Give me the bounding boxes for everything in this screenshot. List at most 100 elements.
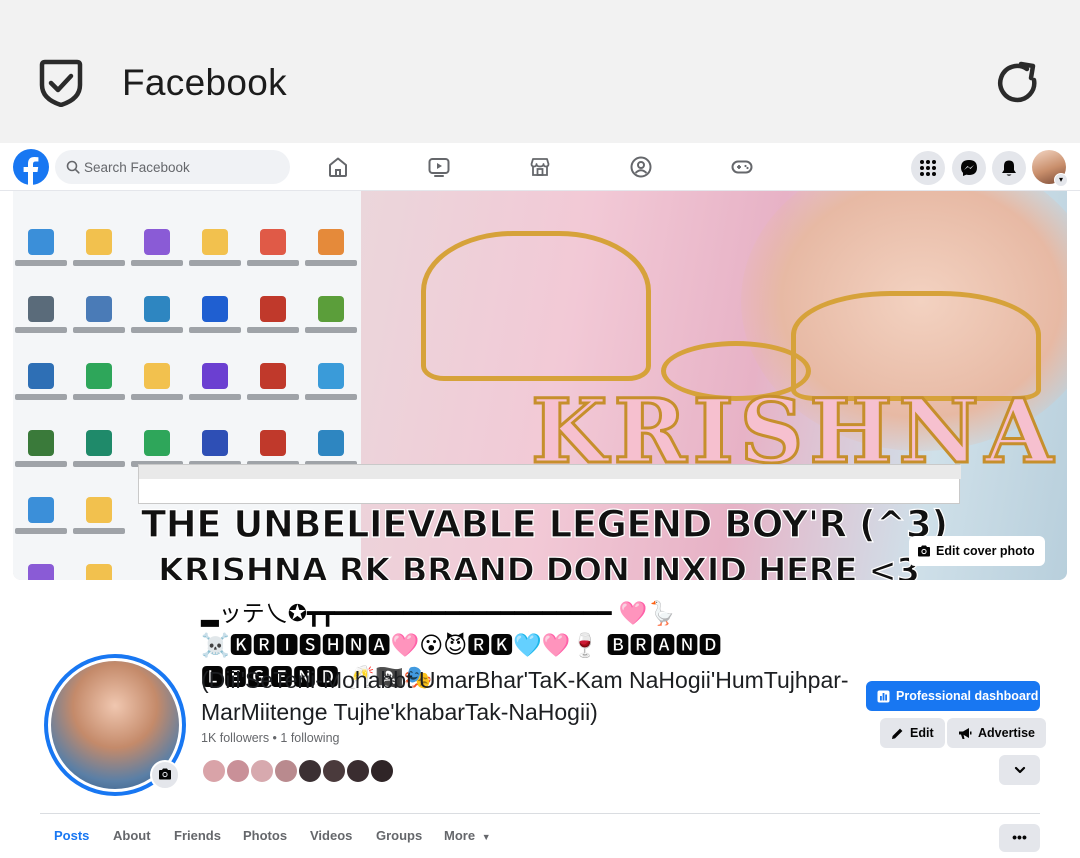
desktop-app-icon xyxy=(86,430,112,456)
reload-icon[interactable] xyxy=(993,58,1043,108)
tab-posts[interactable]: Posts xyxy=(54,828,89,843)
watch-icon[interactable] xyxy=(427,155,451,179)
desktop-app-label xyxy=(305,260,357,266)
tab-friends[interactable]: Friends xyxy=(174,828,221,843)
tab-more-label: More xyxy=(444,828,476,843)
desktop-app-label xyxy=(189,394,241,400)
desktop-app-label xyxy=(15,528,67,534)
notifications-button[interactable] xyxy=(992,151,1026,185)
desktop-app-icon xyxy=(28,430,54,456)
desktop-app-label xyxy=(305,327,357,333)
desktop-app-icon xyxy=(202,363,228,389)
desktop-app-label xyxy=(73,327,125,333)
desktop-app-icon xyxy=(28,497,54,523)
cover-photo[interactable]: KRISHNA THE UNBELIEVABLE LEGEND BOY'R (^… xyxy=(13,191,1067,580)
search-icon xyxy=(66,160,80,174)
desktop-app-icon xyxy=(260,296,286,322)
tab-videos[interactable]: Videos xyxy=(310,828,352,843)
groups-icon[interactable] xyxy=(629,155,653,179)
desktop-app-icon xyxy=(318,229,344,255)
desktop-app-label xyxy=(15,260,67,266)
tab-more[interactable]: More ▼ xyxy=(444,828,491,843)
menu-grid-icon xyxy=(920,160,936,176)
professional-dashboard-button[interactable]: Professional dashboard xyxy=(866,681,1040,711)
advertise-label: Advertise xyxy=(978,726,1035,740)
edit-cover-photo-button[interactable]: Edit cover photo xyxy=(909,536,1045,566)
marketplace-icon[interactable] xyxy=(528,155,552,179)
account-chevron-icon[interactable]: ▾ xyxy=(1054,173,1068,187)
desktop-app-icon xyxy=(86,296,112,322)
app-header: Facebook xyxy=(0,0,1080,143)
desktop-app-label xyxy=(131,394,183,400)
desktop-app-icon xyxy=(202,430,228,456)
followers-count[interactable]: 1K followers • 1 following xyxy=(201,731,339,745)
desktop-app-icon xyxy=(260,229,286,255)
tab-about[interactable]: About xyxy=(113,828,151,843)
desktop-app-label xyxy=(247,260,299,266)
desktop-app-label xyxy=(73,528,125,534)
search-bar[interactable] xyxy=(55,150,290,184)
desktop-app-icon xyxy=(86,564,112,580)
edit-cover-photo-label: Edit cover photo xyxy=(936,544,1035,558)
desktop-app-label xyxy=(247,327,299,333)
advertise-button[interactable]: Advertise xyxy=(947,718,1046,748)
desktop-app-icon xyxy=(86,497,112,523)
home-icon[interactable] xyxy=(326,155,350,179)
desktop-app-icon xyxy=(144,363,170,389)
desktop-app-icon xyxy=(144,296,170,322)
facebook-logo-icon[interactable] xyxy=(13,149,49,185)
desktop-app-icon xyxy=(202,296,228,322)
desktop-app-label xyxy=(15,461,67,467)
edit-profile-button[interactable]: Edit xyxy=(880,718,945,748)
tab-photos[interactable]: Photos xyxy=(243,828,287,843)
menu-grid-button[interactable] xyxy=(911,151,945,185)
desktop-app-label xyxy=(131,327,183,333)
facebook-top-nav: ▾ xyxy=(0,143,1080,191)
desktop-app-icon xyxy=(318,363,344,389)
notepad-window-image xyxy=(138,464,961,504)
app-title: Facebook xyxy=(122,62,287,103)
desktop-app-icon xyxy=(260,430,286,456)
desktop-app-icon xyxy=(28,363,54,389)
profile-divider xyxy=(40,813,1040,814)
desktop-app-icon xyxy=(86,229,112,255)
professional-dashboard-label: Professional dashboard xyxy=(896,689,1039,703)
desktop-app-icon xyxy=(260,363,286,389)
more-options-chevron-button[interactable] xyxy=(999,755,1040,785)
desktop-app-icon xyxy=(86,363,112,389)
cover-overlay-line2: KRISHNA RK BRAND DON INXID HERE <3 xyxy=(157,550,920,580)
messenger-button[interactable] xyxy=(952,151,986,185)
tab-groups[interactable]: Groups xyxy=(376,828,422,843)
dashboard-icon xyxy=(877,690,890,702)
camera-icon xyxy=(159,768,171,780)
desktop-app-icon xyxy=(318,296,344,322)
messenger-icon xyxy=(961,160,977,176)
desktop-app-icon xyxy=(144,229,170,255)
desktop-app-label xyxy=(131,260,183,266)
notifications-icon xyxy=(1002,160,1016,176)
desktop-app-icon xyxy=(144,430,170,456)
desktop-app-label xyxy=(189,260,241,266)
profile-more-menu-button[interactable]: ••• xyxy=(999,824,1040,852)
desktop-app-label xyxy=(73,260,125,266)
desktop-app-label xyxy=(247,394,299,400)
caret-down-icon: ▼ xyxy=(481,832,491,842)
shield-check-icon[interactable] xyxy=(38,59,84,107)
pencil-icon xyxy=(892,728,903,739)
gaming-icon[interactable] xyxy=(730,155,754,179)
camera-icon xyxy=(918,545,930,557)
megaphone-icon xyxy=(959,727,972,739)
desktop-app-icon xyxy=(28,229,54,255)
chevron-down-icon xyxy=(1014,766,1025,774)
desktop-app-label xyxy=(15,327,67,333)
desktop-app-icon xyxy=(202,229,228,255)
cover-overlay-line1: THE UNBELIEVABLE LEGEND BOY'R (^3) xyxy=(140,502,948,546)
profile-bio: (Diil'SeTerii-Mohabbt UmarBhar'TaK-Kam N… xyxy=(201,667,849,725)
desktop-app-icon xyxy=(28,296,54,322)
desktop-app-label xyxy=(73,461,125,467)
desktop-app-label xyxy=(305,394,357,400)
update-profile-picture-button[interactable] xyxy=(150,760,180,790)
search-input[interactable] xyxy=(84,150,284,184)
desktop-app-label xyxy=(73,394,125,400)
desktop-app-icon xyxy=(28,564,54,580)
